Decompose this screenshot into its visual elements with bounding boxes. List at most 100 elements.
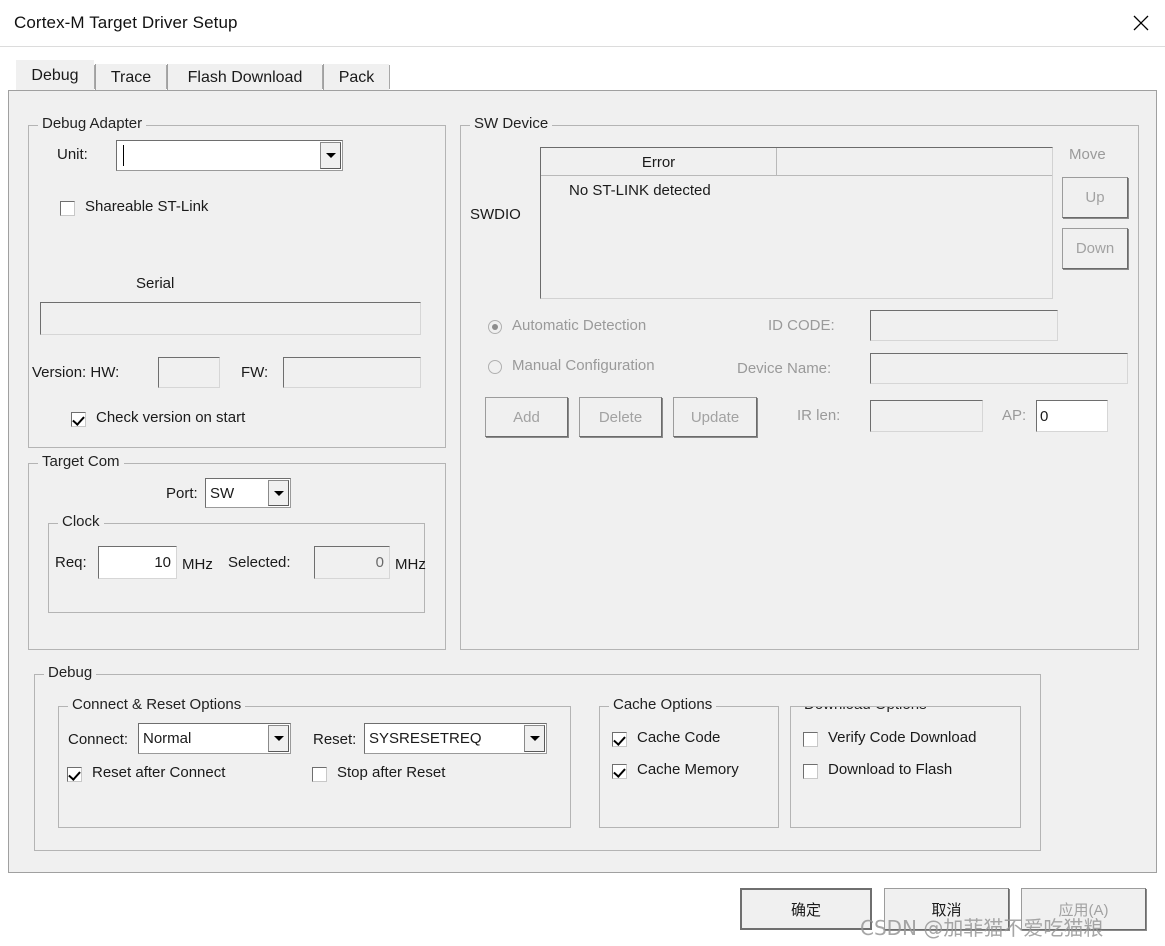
update-button[interactable]: Update <box>673 397 757 437</box>
check-version-on-start-checkbox[interactable] <box>71 412 86 427</box>
debug-tab-panel: Debug Adapter Unit: Shareable ST-Link Se… <box>8 90 1157 873</box>
fw-label: FW: <box>241 364 268 381</box>
tab-debug[interactable]: Debug <box>16 60 94 91</box>
req-clock-field[interactable]: 10 <box>98 546 177 579</box>
clock-group: Clock Req: 10 MHz Selected: 0 MHz <box>48 523 425 613</box>
unit-label: Unit: <box>57 146 88 163</box>
target-com-legend: Target Com <box>38 453 124 470</box>
tab-label: Trace <box>111 69 151 87</box>
ok-button[interactable]: 确定 <box>740 888 872 930</box>
cancel-button[interactable]: 取消 <box>884 888 1009 930</box>
shareable-stlink-label: Shareable ST-Link <box>85 198 208 215</box>
apply-label: 应用(A) <box>1059 899 1109 920</box>
tab-flash-download[interactable]: Flash Download <box>167 64 322 91</box>
tab-label: Debug <box>31 67 78 85</box>
tab-label: Pack <box>339 69 375 87</box>
fw-version-field[interactable] <box>283 357 421 388</box>
cache-code-label: Cache Code <box>637 729 720 746</box>
automatic-detection-radio[interactable] <box>488 320 502 334</box>
connect-label: Connect: <box>68 731 128 748</box>
tab-trace[interactable]: Trace <box>95 64 166 91</box>
req-label: Req: <box>55 554 87 571</box>
tab-pack[interactable]: Pack <box>323 64 389 91</box>
selected-clock-value: 0 <box>376 554 384 571</box>
connect-value: Normal <box>143 730 191 747</box>
move-down-label: Down <box>1076 240 1114 257</box>
sw-device-group: SW Device SWDIO Error No ST-LINK detecte… <box>460 125 1139 650</box>
download-to-flash-label: Download to Flash <box>828 761 952 778</box>
chevron-down-icon[interactable] <box>268 725 289 752</box>
reset-after-connect-checkbox[interactable] <box>67 767 82 782</box>
verify-code-download-checkbox[interactable] <box>803 732 818 747</box>
window-title: Cortex-M Target Driver Setup <box>14 13 238 33</box>
cancel-label: 取消 <box>931 899 961 920</box>
port-combobox[interactable]: SW <box>205 478 291 508</box>
reset-combobox[interactable]: SYSRESETREQ <box>364 723 547 754</box>
automatic-detection-label: Automatic Detection <box>512 317 646 334</box>
selected-clock-label: Selected: <box>228 554 291 571</box>
debug-adapter-legend: Debug Adapter <box>38 115 146 132</box>
debug-adapter-group: Debug Adapter Unit: Shareable ST-Link Se… <box>28 125 446 448</box>
id-code-label: ID CODE: <box>768 317 835 334</box>
add-button[interactable]: Add <box>485 397 568 437</box>
serial-label: Serial <box>136 275 174 292</box>
column-header-error[interactable]: Error <box>541 148 777 176</box>
cache-memory-checkbox[interactable] <box>612 764 627 779</box>
ok-label: 确定 <box>791 899 821 920</box>
manual-configuration-radio[interactable] <box>488 360 502 374</box>
req-clock-value: 10 <box>154 554 171 571</box>
stop-after-reset-label: Stop after Reset <box>337 764 445 781</box>
stop-after-reset-checkbox[interactable] <box>312 767 327 782</box>
sw-device-legend: SW Device <box>470 115 552 132</box>
selected-clock-field: 0 <box>314 546 390 579</box>
version-hw-label: Version: HW: <box>32 364 119 381</box>
tab-strip: Debug Trace Flash Download Pack <box>8 60 1157 90</box>
cache-code-checkbox[interactable] <box>612 732 627 747</box>
port-value: SW <box>210 485 234 502</box>
connect-combobox[interactable]: Normal <box>138 723 291 754</box>
hw-version-field[interactable] <box>158 357 220 388</box>
ir-len-field <box>870 400 983 432</box>
selected-unit-label: MHz <box>395 556 426 573</box>
apply-button[interactable]: 应用(A) <box>1021 888 1146 930</box>
unit-combobox[interactable] <box>116 140 343 171</box>
chevron-down-icon[interactable] <box>320 142 341 169</box>
cache-memory-label: Cache Memory <box>637 761 739 778</box>
debug-options-legend: Debug <box>44 664 96 681</box>
move-up-label: Up <box>1085 189 1104 206</box>
chevron-down-icon[interactable] <box>268 480 289 506</box>
sw-device-listbox[interactable]: Error No ST-LINK detected <box>540 147 1053 299</box>
move-up-button[interactable]: Up <box>1062 177 1128 218</box>
cache-options-legend: Cache Options <box>609 696 716 713</box>
move-label: Move <box>1069 146 1106 163</box>
check-version-on-start-label: Check version on start <box>96 409 245 426</box>
connect-reset-options-group: Connect & Reset Options Connect: Normal … <box>58 706 571 828</box>
swdio-label: SWDIO <box>470 206 521 223</box>
reset-value: SYSRESETREQ <box>369 730 482 747</box>
ap-field[interactable]: 0 <box>1036 400 1108 432</box>
ir-len-label: IR len: <box>797 407 840 424</box>
tab-label: Flash Download <box>188 69 303 87</box>
port-label: Port: <box>166 485 198 502</box>
move-down-button[interactable]: Down <box>1062 228 1128 269</box>
download-options-legend: Download Options <box>800 706 931 713</box>
text-caret <box>123 145 124 166</box>
reset-label: Reset: <box>313 731 356 748</box>
column-header-blank[interactable] <box>778 148 1052 176</box>
device-name-label: Device Name: <box>737 360 831 377</box>
req-unit-label: MHz <box>182 556 213 573</box>
verify-code-download-label: Verify Code Download <box>828 729 976 746</box>
download-options-group: Download Options Verify Code Download Do… <box>790 706 1021 828</box>
serial-field[interactable] <box>40 302 421 335</box>
download-to-flash-checkbox[interactable] <box>803 764 818 779</box>
table-cell-error: No ST-LINK detected <box>569 182 711 199</box>
sw-device-table-header: Error <box>541 148 1052 176</box>
delete-button[interactable]: Delete <box>579 397 662 437</box>
delete-label: Delete <box>599 409 642 426</box>
manual-configuration-label: Manual Configuration <box>512 357 655 374</box>
shareable-stlink-checkbox[interactable] <box>60 201 75 216</box>
table-row[interactable]: No ST-LINK detected <box>541 177 1052 203</box>
chevron-down-icon[interactable] <box>524 725 545 752</box>
close-button[interactable] <box>1117 0 1165 46</box>
target-com-group: Target Com Port: SW Clock Req: 10 MHz Se… <box>28 463 446 650</box>
